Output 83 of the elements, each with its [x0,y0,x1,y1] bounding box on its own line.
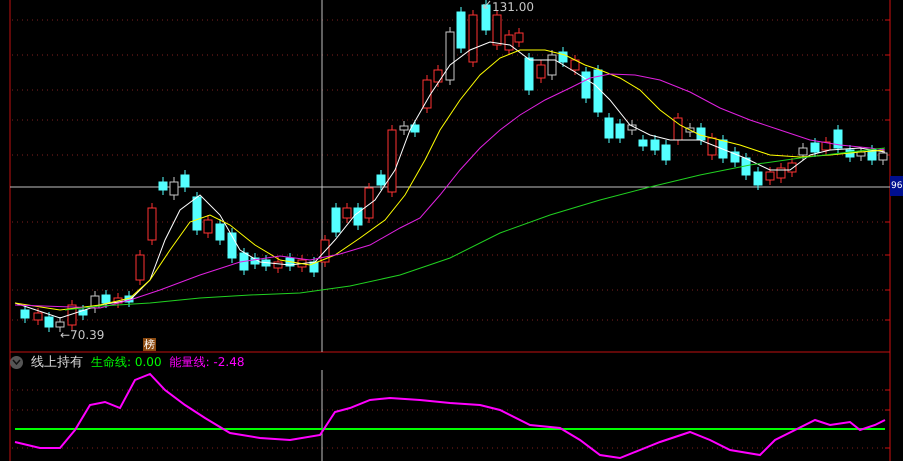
candlestick [594,64,602,118]
candlestick [310,256,318,278]
candlestick [320,234,330,268]
candlestick [136,250,144,286]
candlestick [124,290,134,308]
candlestick [776,162,786,184]
candlestick [20,304,30,324]
candlestick [604,112,614,144]
candlestick [90,290,100,314]
candlestick [674,112,682,146]
candlestick [170,176,178,200]
candlestick [400,120,408,136]
candlestick [536,60,546,84]
candlestick [730,146,740,168]
candlestick [216,218,224,246]
candlestick [434,64,442,88]
indicator-value: 能量线: -2.48 [170,354,244,370]
candlestick [158,176,168,196]
candlestick [810,138,820,158]
candlestick [798,142,808,160]
candlestick [686,122,694,138]
candlestick [240,248,248,276]
candlestick [504,30,514,56]
candlestick [68,300,76,330]
candlestick [696,122,706,146]
candlestick [514,28,524,48]
candlestick [822,136,830,156]
candlestick [558,46,568,68]
candlestick [274,256,282,274]
candlestick [286,252,294,272]
candlestick [650,134,660,156]
candlestick [298,254,306,272]
low-price-label: ←70.39 [60,328,104,342]
dropdown-icon[interactable] [10,356,23,368]
candlestick [228,228,236,264]
candlestick [708,132,716,160]
candlestick [856,146,866,162]
candlestick [180,170,190,192]
candlestick [638,134,648,152]
candlestick [204,214,212,238]
candlestick [44,312,54,332]
candlestick [410,120,420,138]
candlestick [570,54,580,76]
candlestick [834,124,842,154]
candlestick [102,290,110,308]
candlestick [332,202,340,238]
candlestick [766,166,774,186]
candlestick [718,134,728,164]
candlestick [250,252,260,270]
candlestick [628,120,636,136]
candlestick [422,74,432,114]
candlestick [482,0,490,36]
candlestick [114,292,122,308]
candlestick [846,144,854,162]
candlestick [616,118,624,144]
candlestick [192,192,202,236]
candlestick [582,66,590,104]
high-price-label: 131.00 [492,0,534,14]
candlestick [524,52,534,96]
indicator-name: 线上持有 [31,354,83,371]
indicator-value: 生命线: 0.00 [91,354,162,370]
candlestick [34,308,42,326]
candlestick [446,26,454,86]
candlestick [456,6,466,54]
candlestick [878,148,888,166]
ranking-badge: 榜 [143,338,156,351]
candlestick [78,304,88,320]
candlestick [262,254,270,272]
candlestick [148,202,156,246]
candlestick [376,170,386,190]
candlestick [754,166,762,190]
candlestick [662,140,670,166]
candlestick [468,10,478,68]
candlestick [788,158,796,178]
arrow-icon [484,0,490,8]
candlestick [492,10,502,50]
candlestick [342,202,352,224]
candlestick [354,202,362,230]
candlestick [364,182,374,224]
candlestick [868,144,876,166]
price-tag: 96 [890,176,903,196]
candlestick [548,50,556,80]
candlestick [742,152,750,180]
